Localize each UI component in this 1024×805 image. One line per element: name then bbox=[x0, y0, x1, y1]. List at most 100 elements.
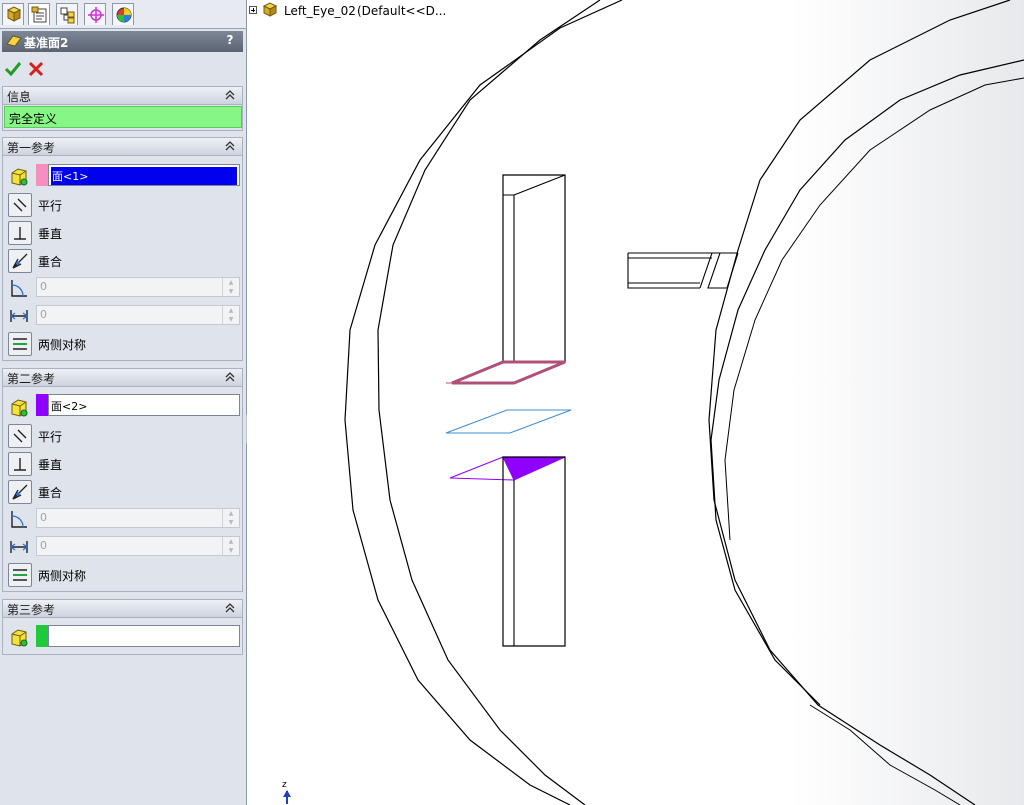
info-group: 信息 完全定义 bbox=[2, 86, 243, 131]
coincident-button[interactable] bbox=[8, 480, 32, 504]
coincident-icon bbox=[12, 253, 28, 269]
property-manager-title-bar: 基准面2 ? bbox=[2, 31, 243, 52]
distance-spin-arrows[interactable]: ▲ ▼ bbox=[222, 537, 239, 555]
status-text: 完全定义 bbox=[9, 112, 58, 126]
parallel-button[interactable] bbox=[8, 193, 32, 217]
first-reference-group: 第一参考 面<1> 平行 垂直 重合 0 ▲ ▼ 0 ▲ ▼ 两侧对称 bbox=[2, 137, 243, 361]
second-reference-selection: 面<2> bbox=[51, 400, 88, 413]
tree-part-name[interactable]: Left_Eye_02 bbox=[284, 4, 356, 18]
inner-rim-edge bbox=[377, 0, 601, 805]
cancel-x-icon[interactable] bbox=[27, 60, 45, 78]
first-reference-header[interactable]: 第一参考 bbox=[3, 138, 242, 156]
third-reference-color-swatch bbox=[36, 625, 48, 647]
display-manager-icon bbox=[116, 7, 132, 23]
z-axis-arrow-icon bbox=[283, 790, 291, 804]
lower-slot-outline bbox=[502, 456, 566, 647]
second-reference-group: 第二参考 面<2> 平行 垂直 重合 0 ▲ ▼ 0 ▲ ▼ 两侧对称 bbox=[2, 368, 243, 592]
tree-expand-icon[interactable] bbox=[249, 6, 257, 14]
parallel-icon bbox=[13, 198, 27, 212]
upper-slot-inner bbox=[503, 174, 566, 362]
dimxpert-tab[interactable] bbox=[84, 3, 106, 25]
perpendicular-button[interactable] bbox=[8, 221, 32, 245]
collapse-chevron-icon[interactable] bbox=[224, 601, 236, 615]
first-reference-face-highlight bbox=[451, 360, 566, 385]
property-manager-icon bbox=[31, 6, 47, 23]
status-fully-defined: 完全定义 bbox=[4, 106, 242, 128]
angle-spinbox[interactable]: 0 ▲ ▼ bbox=[36, 508, 240, 528]
ring-bottom-edge bbox=[809, 704, 961, 805]
property-manager-title: 基准面2 bbox=[24, 36, 69, 50]
feature-tree-tab[interactable] bbox=[2, 3, 24, 25]
feature-tree-icon bbox=[6, 6, 22, 22]
mid-plane-button[interactable] bbox=[8, 563, 32, 587]
info-group-label: 信息 bbox=[7, 90, 32, 104]
coincident-label: 重合 bbox=[38, 486, 63, 500]
parallel-label: 平行 bbox=[38, 199, 63, 213]
graphics-area[interactable] bbox=[247, 0, 1024, 805]
distance-spinbox[interactable]: 0 ▲ ▼ bbox=[36, 536, 240, 556]
manager-tabs bbox=[0, 0, 246, 29]
face-selection-icon bbox=[11, 629, 28, 647]
collapse-chevron-icon[interactable] bbox=[224, 88, 236, 102]
distance-icon bbox=[10, 541, 28, 553]
collapse-chevron-icon[interactable] bbox=[224, 139, 236, 153]
outer-rim-edge bbox=[344, 0, 623, 805]
configuration-manager-tab[interactable] bbox=[56, 3, 78, 25]
mid-plane-icon bbox=[13, 338, 27, 350]
third-reference-header[interactable]: 第三参考 bbox=[3, 600, 242, 618]
mid-plane-label: 两侧对称 bbox=[38, 569, 87, 583]
display-manager-tab[interactable] bbox=[112, 3, 134, 25]
second-reference-selection-box[interactable]: 面<2> bbox=[48, 394, 240, 416]
second-reference-header[interactable]: 第二参考 bbox=[3, 369, 242, 387]
angle-value: 0 bbox=[40, 511, 47, 524]
first-reference-selection-box[interactable]: 面<1> bbox=[48, 164, 240, 186]
angle-spin-arrows[interactable]: ▲ ▼ bbox=[222, 509, 239, 527]
perpendicular-label: 垂直 bbox=[38, 227, 63, 241]
coincident-button[interactable] bbox=[8, 249, 32, 273]
reference-triad: z bbox=[279, 780, 295, 804]
configuration-manager-icon bbox=[60, 7, 75, 24]
ok-check-icon[interactable] bbox=[4, 60, 22, 78]
info-group-header[interactable]: 信息 bbox=[3, 87, 242, 105]
angle-value: 0 bbox=[40, 280, 47, 293]
mid-plane-label: 两侧对称 bbox=[38, 338, 87, 352]
distance-spin-arrows[interactable]: ▲ ▼ bbox=[222, 306, 239, 324]
first-reference-color-swatch bbox=[36, 164, 48, 186]
mid-plane-button[interactable] bbox=[8, 332, 32, 356]
ring-inner-edge bbox=[710, 59, 1024, 706]
mid-plane-icon bbox=[13, 569, 27, 581]
parallel-button[interactable] bbox=[8, 424, 32, 448]
perpendicular-icon bbox=[14, 227, 26, 240]
dimxpert-icon bbox=[88, 7, 104, 23]
parallel-label: 平行 bbox=[38, 430, 63, 444]
angle-icon bbox=[11, 280, 27, 297]
distance-icon bbox=[10, 310, 28, 322]
angle-icon bbox=[11, 511, 27, 528]
face-selection-icon bbox=[11, 168, 28, 186]
perpendicular-button[interactable] bbox=[8, 452, 32, 476]
tree-configuration: (Default<<D... bbox=[357, 4, 447, 18]
ring-outer-edge bbox=[708, 0, 1011, 805]
distance-spinbox[interactable]: 0 ▲ ▼ bbox=[36, 305, 240, 325]
first-reference-label: 第一参考 bbox=[7, 141, 56, 155]
perpendicular-label: 垂直 bbox=[38, 458, 63, 472]
property-manager-tab[interactable] bbox=[28, 3, 50, 25]
second-reference-color-swatch bbox=[36, 394, 48, 416]
coincident-icon bbox=[12, 484, 28, 500]
plane-feature-icon bbox=[6, 35, 22, 47]
collapse-chevron-icon[interactable] bbox=[224, 370, 236, 384]
angle-spinbox[interactable]: 0 ▲ ▼ bbox=[36, 277, 240, 297]
ring-lip-edge bbox=[724, 77, 1024, 541]
second-reference-label: 第二参考 bbox=[7, 372, 56, 386]
peg-body bbox=[627, 252, 738, 289]
model-geometry[interactable] bbox=[247, 0, 1024, 805]
angle-spin-arrows[interactable]: ▲ ▼ bbox=[222, 278, 239, 296]
help-button[interactable]: ? bbox=[223, 33, 237, 48]
second-reference-edge bbox=[449, 477, 515, 481]
second-reference-face-highlight bbox=[502, 456, 566, 481]
distance-value: 0 bbox=[40, 308, 47, 321]
property-manager-panel: 基准面2 ? 信息 完全定义 第一参考 面<1> 平行 垂直 重合 0 ▲ ▼ … bbox=[0, 0, 247, 805]
third-reference-label: 第三参考 bbox=[7, 603, 56, 617]
third-reference-selection-box[interactable] bbox=[48, 625, 240, 647]
plane-preview bbox=[445, 409, 572, 434]
